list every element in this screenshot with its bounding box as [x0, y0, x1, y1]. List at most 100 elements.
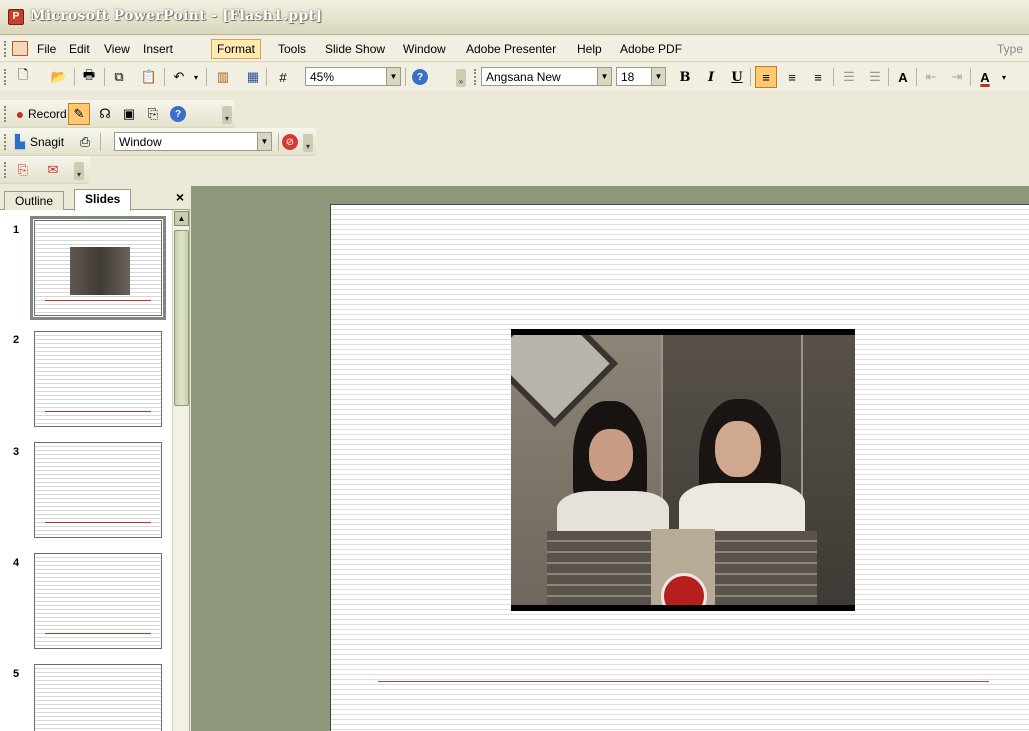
toolbar-grip[interactable] [4, 134, 7, 150]
tab-slides[interactable]: Slides [74, 189, 132, 211]
separator [266, 68, 267, 86]
standard-toolbar: 🗋 📂 🖶 ⧉ 📋 ↶ ▾ ▥ ▦ # 45% ▼ ? » Angsana Ne… [0, 63, 1029, 91]
chevron-down-icon[interactable]: ▼ [651, 68, 665, 85]
snagit-stop-icon[interactable]: ⊘ [282, 134, 298, 150]
record-label[interactable]: Record [28, 107, 67, 121]
zoom-combo[interactable]: 45% ▼ [305, 67, 401, 86]
slide-thumbnail-2[interactable] [34, 331, 162, 427]
toolbar-options-icon[interactable]: ▾ [74, 162, 84, 180]
font-size: 18 [621, 70, 635, 84]
menu-file[interactable]: File [34, 42, 59, 56]
toolbar-options-icon[interactable]: » [456, 69, 466, 87]
close-icon[interactable]: × [176, 189, 184, 205]
snagit-icon[interactable]: ▙ [11, 133, 29, 151]
help-icon[interactable]: ? [412, 69, 428, 85]
pane-scrollbar[interactable]: ▲ [172, 210, 189, 731]
insert-chart-icon[interactable]: ▥ [214, 68, 232, 86]
convert-to-pdf-icon[interactable]: ⎘ [14, 161, 32, 179]
slide-thumbnail-3[interactable] [34, 442, 162, 538]
tab-outline[interactable]: Outline [4, 191, 65, 210]
menu-adobe-pdf[interactable]: Adobe PDF [617, 42, 685, 56]
snagit-capture-icon[interactable]: ⎙ [76, 133, 94, 151]
separator [750, 68, 751, 86]
toolbar-grip[interactable] [4, 162, 7, 178]
zoom-value: 45% [310, 70, 335, 84]
slide-picture[interactable] [511, 329, 855, 611]
chevron-down-icon[interactable]: ▼ [257, 133, 271, 150]
slide-thumbnail-5[interactable] [34, 664, 162, 731]
slide-thumbnail-4[interactable] [34, 553, 162, 649]
chevron-down-icon[interactable]: ▼ [386, 68, 400, 85]
font-combo[interactable]: Angsana New ▼ [481, 67, 612, 86]
print-icon[interactable]: 🖶 [80, 67, 98, 86]
decrease-indent-icon[interactable]: ⇤ [922, 68, 940, 86]
type-question-box[interactable]: Type [997, 42, 1023, 56]
font-size-combo[interactable]: 18 ▼ [616, 67, 666, 86]
menu-tools[interactable]: Tools [275, 42, 309, 56]
menu-edit[interactable]: Edit [66, 42, 93, 56]
toolbar-grip[interactable] [4, 106, 7, 122]
presenter-toolbar: ● Record ✎ ☊ ▣ ⎘ ? ▾ [0, 100, 235, 128]
slide-manager-icon[interactable]: ▣ [120, 105, 138, 123]
toolbar-options-icon[interactable]: ▾ [303, 134, 313, 152]
help-icon[interactable]: ? [170, 106, 186, 122]
menu-insert[interactable]: Insert [140, 42, 176, 56]
separator [833, 68, 834, 86]
menu-slide-show[interactable]: Slide Show [322, 42, 388, 56]
menu-adobe-presenter[interactable]: Adobe Presenter [463, 42, 559, 56]
title-underline [378, 681, 989, 682]
document-menu-icon[interactable] [12, 41, 28, 56]
underline-button[interactable]: U [728, 68, 746, 86]
presenter-settings-icon[interactable]: ✎ [68, 103, 90, 125]
slide-number: 2 [13, 334, 20, 346]
scroll-up-icon[interactable]: ▲ [174, 211, 189, 226]
toolbar-grip[interactable] [4, 69, 7, 85]
toolbar-grip[interactable] [474, 69, 477, 85]
slide-workspace [191, 186, 1029, 731]
show-grid-icon[interactable]: # [274, 68, 292, 86]
scroll-thumb[interactable] [174, 230, 189, 406]
font-color-button[interactable]: A [976, 68, 994, 86]
align-center-button[interactable]: ≡ [783, 68, 801, 86]
numbering-icon[interactable]: ☰ [840, 68, 858, 86]
audio-icon[interactable]: ☊ [96, 105, 114, 123]
toolbar-options-icon[interactable]: ▾ [222, 106, 232, 124]
chevron-down-icon[interactable]: ▾ [998, 68, 1010, 86]
pane-tabs: Outline Slides × [0, 186, 190, 211]
menu-format[interactable]: Format [211, 39, 262, 59]
menu-help[interactable]: Help [574, 42, 605, 56]
separator [278, 133, 279, 151]
chevron-down-icon[interactable]: ▼ [597, 68, 611, 85]
slide-number: 4 [13, 557, 20, 569]
powerpoint-app-icon[interactable]: P [8, 9, 24, 25]
bullets-icon[interactable]: ☰ [866, 68, 884, 86]
pdf-email-icon[interactable]: ✉ [44, 161, 62, 179]
separator [206, 68, 207, 86]
align-right-button[interactable]: ≡ [809, 68, 827, 86]
open-icon[interactable]: 📂 [50, 68, 68, 86]
title-underline [45, 522, 151, 523]
new-icon[interactable]: 🗋 [14, 67, 32, 86]
increase-indent-icon[interactable]: ⇥ [948, 68, 966, 86]
menu-window[interactable]: Window [400, 42, 449, 56]
undo-dropdown-icon[interactable]: ▾ [190, 68, 202, 86]
italic-button[interactable]: I [702, 68, 720, 86]
capture-mode-combo[interactable]: Window ▼ [114, 132, 272, 151]
undo-icon[interactable]: ↶ [170, 68, 188, 86]
paste-icon[interactable]: 📋 [140, 68, 158, 86]
publish-icon[interactable]: ⎘ [144, 105, 162, 123]
menubar-grip[interactable] [4, 41, 7, 57]
title-underline [45, 633, 151, 634]
snagit-label[interactable]: Snagit [30, 135, 64, 149]
menu-view[interactable]: View [101, 42, 133, 56]
bold-button[interactable]: B [676, 68, 694, 86]
record-icon[interactable]: ● [11, 105, 29, 123]
increase-font-size-icon[interactable]: A [894, 68, 912, 86]
separator [100, 133, 101, 151]
insert-table-icon[interactable]: ▦ [244, 68, 262, 86]
copy-icon[interactable]: ⧉ [110, 68, 128, 86]
title-underline [45, 411, 151, 412]
slide-thumbnail-1[interactable] [34, 220, 162, 316]
align-left-button[interactable]: ≡ [755, 66, 777, 88]
slide-canvas[interactable] [330, 204, 1029, 731]
